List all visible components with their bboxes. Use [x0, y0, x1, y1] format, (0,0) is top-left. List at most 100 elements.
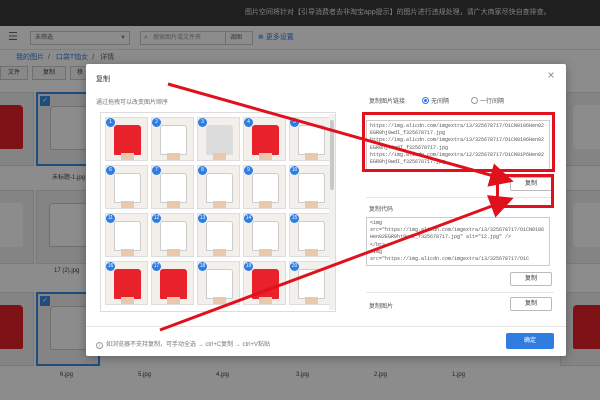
model-legs [121, 153, 134, 160]
shirt-image [298, 221, 325, 251]
thumbnail-item[interactable]: 8 [197, 165, 240, 209]
model-legs [167, 153, 180, 160]
thumbnail-number: 9 [244, 166, 253, 175]
thumbnail-item[interactable]: 16 [105, 261, 148, 305]
thumbnail-number: 7 [152, 166, 161, 175]
thumbnail-number: 1 [106, 118, 115, 127]
close-icon[interactable]: × [544, 68, 558, 82]
thumbnail-number: 4 [244, 118, 253, 127]
radio-no-gap[interactable]: 无间隔 [422, 96, 449, 105]
image-section-title: 复制图片 [369, 304, 394, 310]
copy-image-button[interactable]: 复制 [510, 297, 552, 311]
model-legs [259, 249, 272, 256]
thumbnail-item[interactable]: 9 [243, 165, 286, 209]
thumbnail-item[interactable]: 15 [289, 213, 332, 257]
model-legs [213, 201, 226, 208]
model-legs [121, 201, 134, 208]
radio-label: 一行间隔 [480, 99, 505, 105]
thumbnail-item[interactable]: 19 [243, 261, 286, 305]
thumbnail-item[interactable]: 11 [105, 213, 148, 257]
model-legs [121, 249, 134, 256]
thumbnail-number: 11 [106, 214, 115, 223]
thumbnail-item[interactable]: 6 [105, 165, 148, 209]
model-legs [259, 297, 272, 304]
thumbnail-item[interactable]: 12 [151, 213, 194, 257]
footer-note-text: 如浏览器不支持复制，可手动全选 → ctrl+C复制 → ctrl+V粘贴 [106, 342, 271, 348]
thumbnail-number: 18 [198, 262, 207, 271]
scroll-thumb[interactable] [330, 120, 334, 190]
shirt-image [206, 221, 233, 251]
highlight-box-copy [496, 174, 554, 208]
model-legs [167, 297, 180, 304]
shirt-image [252, 221, 279, 251]
model-legs [305, 249, 318, 256]
thumbnail-item[interactable]: 2 [151, 117, 194, 161]
thumbnail-number: 10 [290, 166, 299, 175]
radio-label: 无间隔 [431, 99, 450, 105]
highlight-box-links [362, 112, 555, 172]
thumbnail-item[interactable]: 10 [289, 165, 332, 209]
shirt-image [206, 125, 233, 155]
info-icon: i [96, 342, 103, 349]
shirt-image [298, 125, 325, 155]
shirt-image [298, 173, 325, 203]
code-textarea[interactable]: <img src="https://img.alicdn.com/imgextr… [366, 217, 550, 266]
copy-code-button[interactable]: 复制 [510, 272, 552, 286]
thumbnail-number: 5 [290, 118, 299, 127]
shirt-image [114, 173, 141, 203]
thumbnail-number: 3 [198, 118, 207, 127]
model-legs [167, 201, 180, 208]
thumbnail-item[interactable]: 14 [243, 213, 286, 257]
thumbnail-number: 12 [152, 214, 161, 223]
radio-dot [471, 97, 478, 104]
thumbnail-item[interactable]: 3 [197, 117, 240, 161]
shirt-image [160, 221, 187, 251]
thumbnail-item[interactable]: 13 [197, 213, 240, 257]
thumbnail-grid: 1 2 3 4 5 6 7 8 9 10 11 12 13 14 15 16 17 18 19 20 [100, 112, 336, 312]
model-legs [167, 249, 180, 256]
copy-dialog: 复制 × 通过拖拽可以改变图片顺序 1 2 3 4 5 6 7 8 9 10 11 12 13 14 15 1… [86, 64, 566, 356]
thumbnail-number: 14 [244, 214, 253, 223]
section-divider [366, 292, 554, 293]
grid-scrollbar[interactable] [329, 114, 335, 310]
model-legs [213, 249, 226, 256]
thumbnail-number: 6 [106, 166, 115, 175]
shirt-image [114, 269, 141, 299]
model-legs [259, 201, 272, 208]
dialog-title: 复制 [96, 76, 110, 83]
link-section-title: 复制图片链接 [369, 99, 406, 105]
ok-button[interactable]: 确定 [506, 333, 554, 349]
model-legs [213, 297, 226, 304]
thumbnail-item[interactable]: 7 [151, 165, 194, 209]
shirt-image [160, 173, 187, 203]
thumbnail-item[interactable]: 20 [289, 261, 332, 305]
model-legs [259, 153, 272, 160]
shirt-image [160, 269, 187, 299]
thumbnail-number: 19 [244, 262, 253, 271]
drag-hint: 通过拖拽可以改变图片顺序 [96, 100, 169, 106]
thumbnail-item[interactable]: 4 [243, 117, 286, 161]
model-legs [305, 201, 318, 208]
shirt-image [206, 173, 233, 203]
shirt-image [252, 125, 279, 155]
thumbnail-number: 2 [152, 118, 161, 127]
thumbnail-number: 8 [198, 166, 207, 175]
footer-note: i 如浏览器不支持复制，可手动全选 → ctrl+C复制 → ctrl+V粘贴 [96, 339, 270, 349]
shirt-image [114, 221, 141, 251]
shirt-image [252, 269, 279, 299]
model-legs [121, 297, 134, 304]
thumbnail-item[interactable]: 1 [105, 117, 148, 161]
shirt-image [160, 125, 187, 155]
model-legs [305, 297, 318, 304]
radio-dot [422, 97, 429, 104]
radio-per-line[interactable]: 一行间隔 [471, 96, 504, 105]
thumbnail-number: 15 [290, 214, 299, 223]
model-legs [213, 153, 226, 160]
thumbnail-item[interactable]: 5 [289, 117, 332, 161]
thumbnail-item[interactable]: 18 [197, 261, 240, 305]
thumbnail-item[interactable]: 17 [151, 261, 194, 305]
shirt-image [206, 269, 233, 299]
thumbnail-number: 13 [198, 214, 207, 223]
code-section-title: 复制代码 [369, 207, 394, 213]
shirt-image [298, 269, 325, 299]
